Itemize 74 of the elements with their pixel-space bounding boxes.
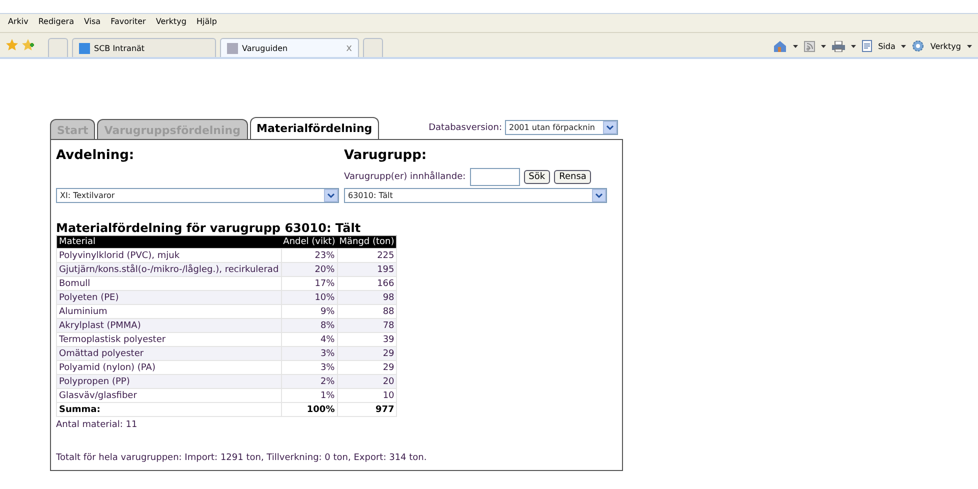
add-favorite-icon[interactable] xyxy=(22,39,34,51)
feed-icon[interactable] xyxy=(804,40,816,52)
table-cell: 20% xyxy=(281,262,338,276)
total-cell: Summa: xyxy=(56,402,282,416)
section-heading: Avdelning: xyxy=(56,148,136,165)
caret-icon[interactable] xyxy=(821,44,826,48)
table-cell: 29 xyxy=(337,346,397,360)
search-button[interactable]: Sök xyxy=(524,170,550,184)
table-cell: 23% xyxy=(281,248,338,262)
caret-icon[interactable] xyxy=(901,44,906,48)
table-cell: 166 xyxy=(337,276,397,290)
table-cell: 9% xyxy=(281,304,338,318)
total-cell: 977 xyxy=(337,402,397,416)
star-icon[interactable] xyxy=(6,39,18,51)
gear-icon[interactable] xyxy=(912,40,924,52)
menu-item[interactable]: Redigera xyxy=(38,17,74,29)
table-cell: 29 xyxy=(337,360,397,374)
table-cell: 10 xyxy=(337,388,397,402)
table-cell: Polyamid (nylon) (PA) xyxy=(56,360,282,374)
menu-item[interactable]: Hjälp xyxy=(196,17,217,29)
table-cell: 195 xyxy=(337,262,397,276)
table-cell: 39 xyxy=(337,332,397,346)
toolbar-button[interactable]: Sida xyxy=(878,42,896,50)
table-cell: 98 xyxy=(337,290,397,304)
table-cell: 3% xyxy=(281,346,338,360)
column-header: Mängd (ton) xyxy=(337,236,397,248)
table-cell: Polyvinylklorid (PVC), mjuk xyxy=(56,248,282,262)
column-header: Material xyxy=(56,236,282,248)
table-cell: Glasväv/glasfiber xyxy=(56,388,282,402)
printer-icon[interactable] xyxy=(832,40,846,52)
table-cell: Bomull xyxy=(56,276,282,290)
table-cell: 1% xyxy=(281,388,338,402)
section-heading: Varugrupp: xyxy=(344,148,428,165)
table-cell: 3% xyxy=(281,360,338,374)
caret-icon[interactable] xyxy=(967,44,972,48)
table-title: Materialfördelning för varugrupp 63010: Tält xyxy=(56,221,362,235)
totals-text: Totalt för hela varugruppen: Import: 1291 ton, Tillverkning: 0 ton, Export: 314 ton. xyxy=(56,453,428,464)
table-cell: Polyeten (PE) xyxy=(56,290,282,304)
table-cell: Termoplastisk polyester xyxy=(56,332,282,346)
menu-item[interactable]: Arkiv xyxy=(8,17,28,29)
table-cell: 20 xyxy=(337,374,397,388)
table-cell: 2% xyxy=(281,374,338,388)
table-cell: Aluminium xyxy=(56,304,282,318)
database-version-label: Databasversion: xyxy=(428,122,502,132)
table-cell: 10% xyxy=(281,290,338,304)
varugrupp-select[interactable]: 63010: Tält xyxy=(344,188,607,203)
menu-item[interactable]: Favoriter xyxy=(110,17,146,29)
avdelning-select[interactable]: XI: Textilvaror xyxy=(56,188,339,203)
table-cell: 225 xyxy=(337,248,397,262)
menu-item[interactable]: Visa xyxy=(84,17,101,29)
search-field[interactable] xyxy=(470,168,520,186)
table-cell: Akrylplast (PMMA) xyxy=(56,318,282,332)
toolbar-button[interactable]: Verktyg xyxy=(930,42,961,50)
table-cell: 17% xyxy=(281,276,338,290)
menu-item[interactable]: Verktyg xyxy=(156,17,186,29)
table-cell: 4% xyxy=(281,332,338,346)
home-icon[interactable] xyxy=(773,40,788,52)
table-cell: 78 xyxy=(337,318,397,332)
caret-icon[interactable] xyxy=(793,44,798,48)
caret-icon[interactable] xyxy=(851,44,856,48)
clear-button[interactable]: Rensa xyxy=(554,170,592,184)
page-tab[interactable]: Materialfördelning xyxy=(250,117,380,139)
total-cell: 100% xyxy=(281,402,338,416)
browser-tab[interactable]: SCB Intranät xyxy=(72,38,216,57)
table-cell: 88 xyxy=(337,304,397,318)
table-cell: 8% xyxy=(281,318,338,332)
database-version-select[interactable]: 2001 utan förpacknin xyxy=(505,120,618,135)
material-count: Antal material: 11 xyxy=(56,420,138,431)
column-header: Andel (vikt) xyxy=(281,236,338,248)
search-label: Varugrupp(er) innhållande: xyxy=(344,172,466,182)
browser-tab[interactable]: Varuguiden x xyxy=(220,38,359,57)
table-cell: Gjutjärn/kons.stål(o-/mikro-/lågleg.), recirkulerad xyxy=(56,262,282,276)
table-cell: Omättad polyester xyxy=(56,346,282,360)
table-cell: Polypropen (PP) xyxy=(56,374,282,388)
